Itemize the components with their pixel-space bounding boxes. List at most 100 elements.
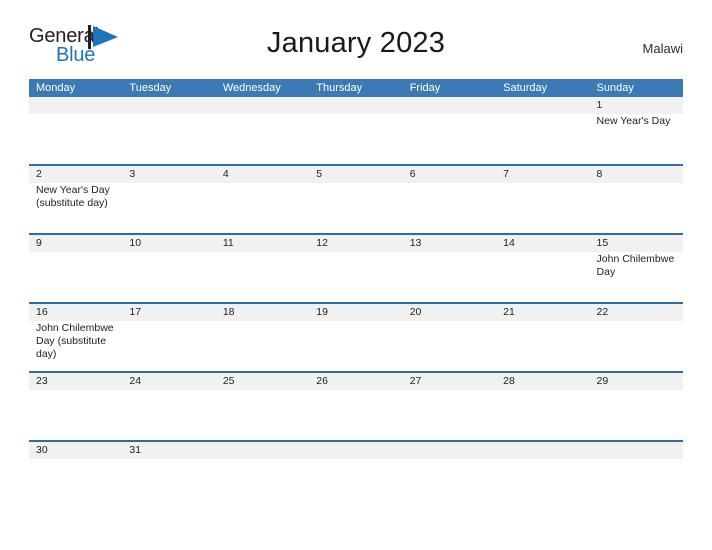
day-number-empty — [403, 97, 496, 114]
day-number-24[interactable]: 24 — [122, 373, 215, 390]
calendar-week-row: 1 New Year's Day — [29, 97, 683, 164]
day-number-empty — [403, 442, 496, 459]
week-event-band: New Year's Day (substitute day) — [29, 183, 683, 233]
weekday-header-wednesday: Wednesday — [222, 82, 281, 94]
calendar-weeks: 1 New Year's Day 2 3 4 5 6 7 8 New Year's Day (su… — [29, 97, 683, 471]
day-event-text: New Year's Day (substitute day) — [36, 184, 110, 209]
weekday-header-sunday: Sunday — [596, 82, 634, 94]
day-cell-empty — [216, 321, 309, 371]
day-number-17[interactable]: 17 — [122, 304, 215, 321]
day-number-4[interactable]: 4 — [216, 166, 309, 183]
day-number-empty — [29, 97, 122, 114]
week-date-band: 30 31 — [29, 442, 683, 459]
day-number-9[interactable]: 9 — [29, 235, 122, 252]
day-number-empty — [309, 442, 402, 459]
day-cell-empty — [29, 252, 122, 302]
day-number-14[interactable]: 14 — [496, 235, 589, 252]
day-cell-empty — [403, 183, 496, 233]
day-cell-empty — [122, 321, 215, 371]
day-number-22[interactable]: 22 — [590, 304, 683, 321]
day-cell-empty — [29, 459, 122, 471]
day-event-text: John Chilembwe Day — [596, 253, 675, 278]
day-cell-empty — [216, 390, 309, 440]
day-number-23[interactable]: 23 — [29, 373, 122, 390]
week-date-band: 9 10 11 12 13 14 15 — [29, 235, 683, 252]
day-cell-empty — [403, 459, 496, 471]
day-number-11[interactable]: 11 — [216, 235, 309, 252]
day-number-26[interactable]: 26 — [309, 373, 402, 390]
day-number-empty — [216, 97, 309, 114]
day-cell-empty — [496, 114, 589, 164]
day-cell-empty — [403, 252, 496, 302]
calendar-week-row: 16 17 18 19 20 21 22 John Chilembwe Day (substi… — [29, 302, 683, 371]
weekday-header-friday: Friday — [409, 82, 441, 94]
day-number-21[interactable]: 21 — [496, 304, 589, 321]
day-number-25[interactable]: 25 — [216, 373, 309, 390]
day-number-empty — [122, 97, 215, 114]
page-header: General Blue January 2023 Malawi — [0, 0, 712, 65]
calendar-week-row: 9 10 11 12 13 14 15 John Chilembwe Day — [29, 233, 683, 302]
day-cell-empty — [496, 183, 589, 233]
weekday-header-monday: Monday — [36, 82, 76, 94]
week-event-band: John Chilembwe Day (substitute day) — [29, 321, 683, 371]
day-cell-empty — [122, 459, 215, 471]
weekday-header-tuesday: Tuesday — [129, 82, 172, 94]
day-cell-empty — [216, 459, 309, 471]
day-cell-empty — [590, 321, 683, 371]
day-number-6[interactable]: 6 — [403, 166, 496, 183]
day-number-5[interactable]: 5 — [309, 166, 402, 183]
day-cell-empty — [403, 114, 496, 164]
day-cell-empty — [29, 390, 122, 440]
day-number-15[interactable]: 15 — [590, 235, 683, 252]
day-number-16[interactable]: 16 — [29, 304, 122, 321]
day-cell-empty — [216, 114, 309, 164]
day-cell-empty — [216, 252, 309, 302]
day-number-empty — [309, 97, 402, 114]
day-number-27[interactable]: 27 — [403, 373, 496, 390]
calendar-week-row: 2 3 4 5 6 7 8 New Year's Day (substitute day) — [29, 164, 683, 233]
day-number-2[interactable]: 2 — [29, 166, 122, 183]
day-number-12[interactable]: 12 — [309, 235, 402, 252]
day-number-31[interactable]: 31 — [122, 442, 215, 459]
week-date-band: 1 — [29, 97, 683, 114]
day-number-18[interactable]: 18 — [216, 304, 309, 321]
day-cell-empty — [309, 183, 402, 233]
day-number-8[interactable]: 8 — [590, 166, 683, 183]
day-cell-empty — [216, 183, 309, 233]
day-event-text: New Year's Day — [596, 115, 671, 127]
day-event-text: John Chilembwe Day (substitute day) — [36, 322, 114, 360]
day-number-1[interactable]: 1 — [590, 97, 683, 114]
weekday-header-thursday: Thursday — [316, 82, 363, 94]
day-number-3[interactable]: 3 — [122, 166, 215, 183]
day-cell-empty — [496, 459, 589, 471]
country-label: Malawi — [642, 41, 683, 56]
day-cell-empty — [590, 390, 683, 440]
day-cell-empty — [496, 390, 589, 440]
day-number-7[interactable]: 7 — [496, 166, 589, 183]
day-number-empty — [216, 442, 309, 459]
day-number-empty — [496, 97, 589, 114]
page-title: January 2023 — [266, 27, 446, 59]
day-number-29[interactable]: 29 — [590, 373, 683, 390]
day-number-19[interactable]: 19 — [309, 304, 402, 321]
weekday-header-saturday: Saturday — [503, 82, 548, 94]
day-cell-empty — [403, 321, 496, 371]
week-date-band: 16 17 18 19 20 21 22 — [29, 304, 683, 321]
day-number-28[interactable]: 28 — [496, 373, 589, 390]
day-number-20[interactable]: 20 — [403, 304, 496, 321]
day-cell-empty — [309, 252, 402, 302]
day-cell-empty — [122, 390, 215, 440]
calendar-week-row: 30 31 — [29, 440, 683, 471]
day-cell-empty — [122, 114, 215, 164]
day-number-13[interactable]: 13 — [403, 235, 496, 252]
week-event-band — [29, 390, 683, 440]
calendar-page: General Blue January 2023 Malawi Monday T… — [0, 0, 712, 550]
day-cell-empty — [122, 252, 215, 302]
week-event-band: John Chilembwe Day — [29, 252, 683, 302]
day-cell-empty — [29, 114, 122, 164]
day-cell-empty — [309, 114, 402, 164]
calendar-table: Monday Tuesday Wednesday Thursday Friday Satu… — [29, 79, 683, 471]
day-cell-empty — [122, 183, 215, 233]
day-number-30[interactable]: 30 — [29, 442, 122, 459]
day-number-10[interactable]: 10 — [122, 235, 215, 252]
